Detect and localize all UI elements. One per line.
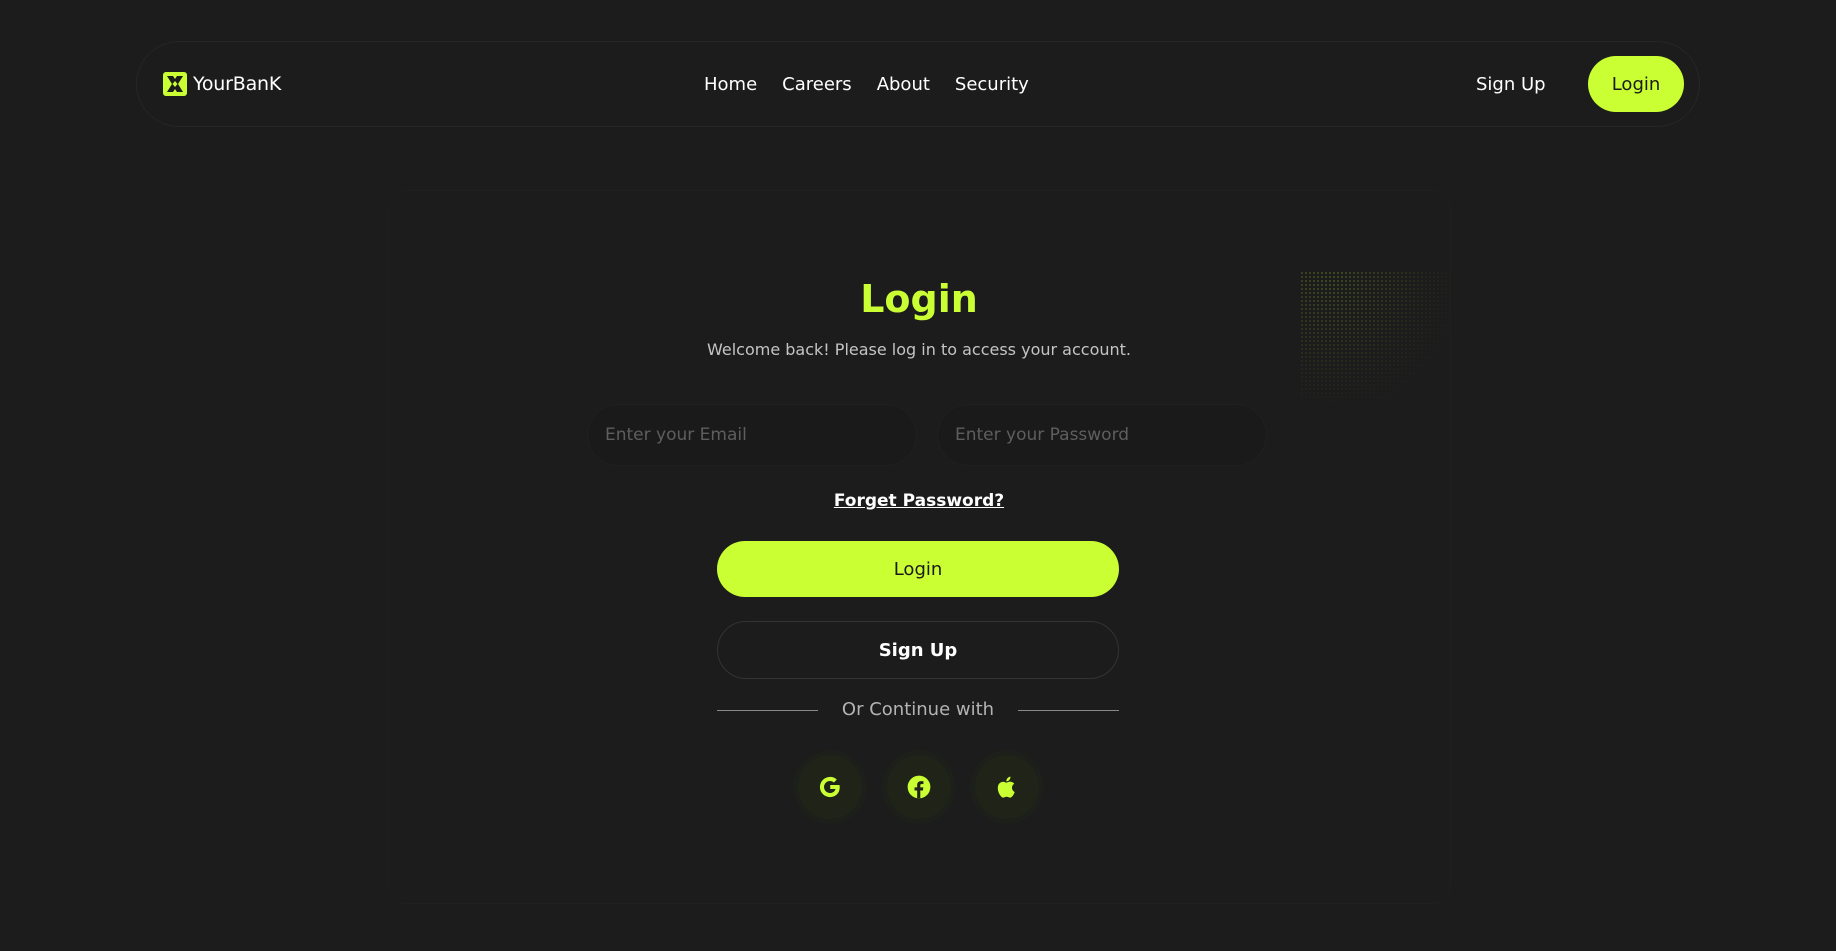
yourbank-logo-icon [163,72,187,96]
login-card: Login Welcome back! Please log in to acc… [388,191,1450,903]
page-subtitle: Welcome back! Please log in to access yo… [707,340,1131,359]
page-title: Login [860,277,978,321]
password-input[interactable] [938,405,1266,465]
nav-link-security[interactable]: Security [955,74,1029,95]
login-button[interactable]: Login [717,541,1119,597]
signup-button[interactable]: Sign Up [717,621,1119,679]
google-icon [819,776,840,798]
main-nav: Home Careers About Security [704,42,1029,126]
facebook-icon [907,775,931,799]
apple-icon [997,776,1015,798]
apple-login-button[interactable] [975,755,1039,819]
nav-link-home[interactable]: Home [704,74,757,95]
google-login-button[interactable] [798,755,862,819]
nav-link-about[interactable]: About [877,74,930,95]
facebook-login-button[interactable] [887,755,951,819]
continue-with-divider: Or Continue with [717,697,1119,723]
top-navbar: YourBanK Home Careers About Security Sig… [136,41,1700,127]
brand[interactable]: YourBanK [163,42,281,126]
brand-name: YourBanK [193,73,282,95]
nav-login-button[interactable]: Login [1588,56,1684,112]
nav-link-careers[interactable]: Careers [782,74,852,95]
forget-password-link[interactable]: Forget Password? [388,491,1450,511]
email-input[interactable] [588,405,916,465]
nav-signup-link[interactable]: Sign Up [1476,42,1546,126]
divider-line-right [1018,710,1119,711]
